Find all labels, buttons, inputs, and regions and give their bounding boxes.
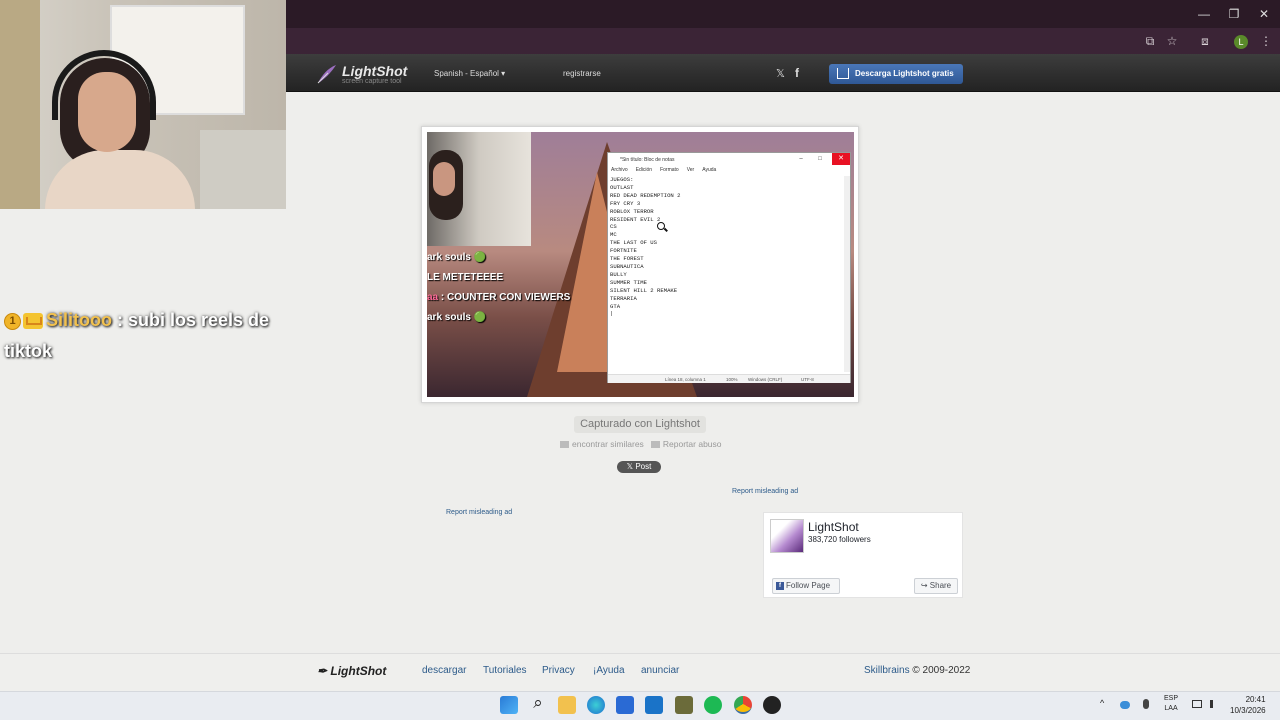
restore-button[interactable]: ❐ bbox=[1224, 5, 1244, 23]
footer-link-download[interactable]: descargar bbox=[422, 665, 466, 676]
footer-copyright: Skillbrains © 2009-2022 bbox=[864, 665, 971, 676]
site-logo[interactable]: LightShot bbox=[342, 63, 407, 79]
start-icon[interactable] bbox=[500, 696, 518, 714]
search-icon[interactable]: ⌕ bbox=[529, 693, 547, 712]
report-icon bbox=[650, 441, 660, 449]
clock[interactable]: 20:41 10/3/2026 bbox=[1230, 694, 1266, 716]
notepad-text: JUEGOS: OUTLAST RED DEAD REDEMPTION 2 FRY C… bbox=[610, 176, 846, 372]
sublinks: encontrar similares Reportar abuso bbox=[560, 439, 722, 449]
chat-username: Silitooo bbox=[46, 310, 112, 330]
chrome-icon[interactable] bbox=[734, 696, 752, 714]
crown-icon bbox=[23, 313, 43, 330]
footer-link-advertise[interactable]: anunciar bbox=[641, 665, 679, 676]
star-icon[interactable]: ☆ bbox=[1164, 33, 1180, 49]
onedrive-icon[interactable] bbox=[1120, 701, 1130, 709]
edge-icon[interactable] bbox=[587, 696, 605, 714]
notepad-line: JUEGOS: bbox=[610, 176, 634, 183]
notepad-window: *Sin título: Bloc de notas – □ ✕ Archivo… bbox=[607, 152, 851, 383]
notepad-close: ✕ bbox=[832, 153, 850, 165]
volume-icon[interactable] bbox=[1210, 700, 1218, 708]
report-ad-link[interactable]: Report misleading ad bbox=[732, 488, 798, 495]
follow-page-button[interactable]: f Follow Page bbox=[772, 578, 840, 594]
app-icon[interactable] bbox=[763, 696, 781, 714]
notepad-line: TERRARIA bbox=[610, 294, 637, 302]
screenshot-chat-line: ark souls 🟢 bbox=[427, 252, 487, 263]
notepad-line: THE FOREST bbox=[610, 255, 644, 263]
microphone-icon[interactable] bbox=[1143, 699, 1149, 709]
screenshot-webcam bbox=[427, 132, 531, 246]
camera-icon bbox=[560, 441, 569, 449]
notepad-line: THE LAST OF US bbox=[610, 239, 657, 247]
footer-link-privacy[interactable]: Privacy bbox=[542, 665, 575, 676]
download-button[interactable]: Descarga Lightshot gratis bbox=[829, 64, 963, 84]
facebook-icon: f bbox=[776, 582, 784, 590]
windows-taskbar bbox=[0, 691, 1280, 720]
spotify-icon[interactable] bbox=[704, 696, 722, 714]
notepad-line: FORTNITE bbox=[610, 247, 637, 255]
sub-badge-icon: 1 bbox=[4, 312, 21, 330]
notepad-minimize: – bbox=[799, 156, 803, 162]
facebook-page-widget: LightShot 383,720 followers f Follow Pag… bbox=[763, 512, 963, 598]
profile-avatar[interactable]: L bbox=[1234, 35, 1248, 49]
notepad-line: CS bbox=[610, 223, 617, 231]
cast-icon[interactable]: ⧉ bbox=[1142, 33, 1158, 49]
feather-logo-icon bbox=[317, 65, 336, 84]
minecraft-icon[interactable] bbox=[675, 696, 693, 714]
menu-icon[interactable]: ⋮ bbox=[1258, 33, 1274, 49]
notepad-line: RED DEAD REDEMPTION 2 bbox=[610, 191, 681, 199]
twitter-icon[interactable]: 𝕏 bbox=[776, 67, 785, 80]
captured-with-lightshot: Capturado con Lightshot bbox=[574, 416, 706, 433]
zoom-cursor-icon bbox=[657, 222, 665, 230]
report-ad-link[interactable]: Report misleading ad bbox=[446, 509, 512, 516]
register-link[interactable]: registrarse bbox=[563, 69, 601, 78]
find-similar-link[interactable]: encontrar similares bbox=[572, 439, 644, 449]
x-post-button[interactable]: 𝕏 Post bbox=[617, 461, 661, 473]
download-icon bbox=[837, 68, 849, 79]
screenshot-chat-line: ark souls 🟢 bbox=[427, 312, 487, 323]
language-indicator[interactable]: ESP LAA bbox=[1164, 694, 1178, 714]
skillbrains-link[interactable]: Skillbrains bbox=[864, 665, 910, 676]
language-select[interactable]: Spanish - Español ▾ bbox=[434, 69, 505, 78]
lightshot-page-logo[interactable] bbox=[770, 519, 804, 553]
file-explorer-icon[interactable] bbox=[558, 696, 576, 714]
stream-chat-message: 1 Silitooo : subi los reels de tiktok bbox=[4, 305, 304, 367]
notepad-line: | bbox=[610, 310, 614, 318]
store-icon[interactable] bbox=[616, 696, 634, 714]
download-button-label: Descarga Lightshot gratis bbox=[855, 69, 954, 78]
notepad-line: FRY CRY 3 bbox=[610, 199, 641, 207]
site-footer bbox=[0, 653, 1280, 691]
screenshot-chat-line: aa : COUNTER CON VIEWERS bbox=[427, 292, 571, 303]
extensions-icon[interactable]: ⧈ bbox=[1197, 33, 1213, 49]
share-button[interactable]: ↪ Share bbox=[914, 578, 958, 594]
screenshot-chat-line: LE METETEEEE bbox=[427, 272, 504, 283]
facebook-icon[interactable]: f bbox=[795, 66, 799, 80]
footer-logo[interactable]: ✒ LightShot bbox=[317, 664, 386, 678]
notepad-line: RESIDENT EVIL 2 bbox=[610, 215, 661, 223]
webcam-overlay bbox=[0, 0, 286, 209]
site-tagline: screen capture tool bbox=[342, 78, 402, 85]
fb-followers: 383,720 followers bbox=[808, 535, 871, 544]
notepad-menu: Archivo Edición Formato Ver Ayuda bbox=[611, 167, 717, 173]
outlook-icon[interactable] bbox=[645, 696, 663, 714]
notepad-line: ROBLOX TERROR bbox=[610, 207, 654, 215]
chat-message-text: : subi los reels de tiktok bbox=[4, 310, 270, 361]
close-button[interactable]: ✕ bbox=[1254, 5, 1274, 23]
notepad-line: MC bbox=[610, 231, 617, 239]
notepad-line: OUTLAST bbox=[610, 183, 634, 191]
network-icon[interactable] bbox=[1192, 700, 1202, 708]
notepad-statusbar: Línea 18, columna 1 100% Windows (CRLF) … bbox=[608, 374, 850, 383]
footer-link-help[interactable]: ¡Ayuda bbox=[593, 665, 625, 676]
notepad-maximize: □ bbox=[818, 156, 822, 162]
tray-chevron-icon[interactable]: ^ bbox=[1100, 698, 1104, 708]
notepad-line: GTA bbox=[610, 302, 621, 310]
notepad-line: BULLY bbox=[610, 270, 627, 278]
notepad-line: SILENT HILL 2 REMAKE bbox=[610, 286, 678, 294]
fb-page-name[interactable]: LightShot bbox=[808, 520, 859, 534]
minimize-button[interactable]: — bbox=[1194, 5, 1214, 23]
notepad-line: SUMMER TIME bbox=[610, 278, 647, 286]
footer-link-tutorials[interactable]: Tutoriales bbox=[483, 665, 527, 676]
notepad-line: SUBNAUTICA bbox=[610, 262, 644, 270]
report-abuse-link[interactable]: Reportar abuso bbox=[663, 439, 722, 449]
notepad-scrollbar bbox=[844, 176, 850, 372]
